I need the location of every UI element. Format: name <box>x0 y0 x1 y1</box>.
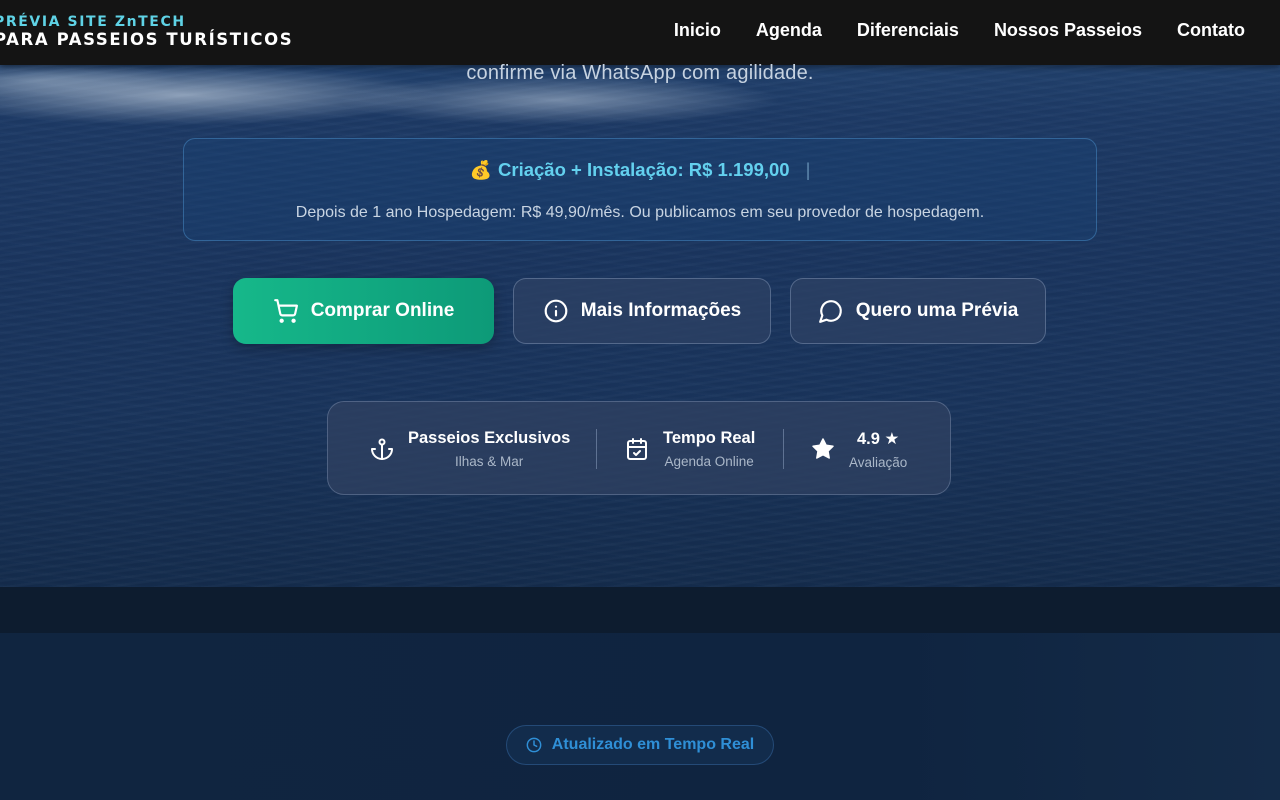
brand-line-2: PARA PASSEIOS TURÍSTICOS <box>0 30 294 49</box>
nav-link-contato[interactable]: Contato <box>1177 20 1245 41</box>
stat-title: 4.9 ★ <box>856 429 900 448</box>
more-info-button[interactable]: Mais Informações <box>513 278 771 344</box>
brand-logo[interactable]: PRÉVIA SITE ZnTECH PARA PASSEIOS TURÍSTI… <box>0 14 293 48</box>
nav-link-inicio[interactable]: Inicio <box>674 20 721 41</box>
stats-panel: Passeios Exclusivos Ilhas & Mar Tempo Re… <box>327 401 951 495</box>
request-preview-button[interactable]: Quero uma Prévia <box>790 278 1046 344</box>
stat-title: Tempo Real <box>663 429 756 447</box>
clock-icon <box>526 737 542 753</box>
cart-icon <box>273 299 298 323</box>
info-icon <box>544 299 568 323</box>
buy-online-label: Comprar Online <box>310 300 455 321</box>
stat-divider <box>783 429 784 469</box>
stat-subtitle: Agenda Online <box>664 454 754 469</box>
section-divider <box>0 587 1280 633</box>
request-preview-label: Quero uma Prévia <box>855 300 1019 321</box>
nav-link-diferenciais[interactable]: Diferenciais <box>857 20 959 41</box>
stat-subtitle: Avaliação <box>849 454 908 470</box>
pricing-title-row: 💰 Criação + Instalação: R$ 1.199,00 | <box>184 159 1096 181</box>
more-info-label: Mais Informações <box>580 300 742 321</box>
hero-subtitle: confirme via WhatsApp com agilidade. <box>466 62 814 84</box>
brand-line-1: PRÉVIA SITE ZnTECH <box>0 14 186 30</box>
nav-link-nossos-passeios[interactable]: Nossos Passeios <box>994 20 1142 41</box>
calendar-check-icon <box>627 438 647 460</box>
stat-title: Passeios Exclusivos <box>408 429 571 447</box>
pricing-box: 💰 Criação + Instalação: R$ 1.199,00 | Depo… <box>183 138 1097 241</box>
star-icon <box>812 438 834 459</box>
stat-exclusive-tours: Passeios Exclusivos Ilhas & Mar <box>370 402 570 496</box>
chat-icon <box>818 300 842 323</box>
pricing-title: Criação + Instalação: R$ 1.199,00 <box>498 159 790 180</box>
agenda-section <box>0 633 1280 800</box>
anchor-icon <box>371 438 393 460</box>
realtime-badge: Atualizado em Tempo Real <box>506 725 774 765</box>
pricing-separator: | <box>805 159 811 180</box>
realtime-badge-label: Atualizado em Tempo Real <box>551 736 755 753</box>
stat-rating: 4.9 ★ Avaliação <box>811 402 907 496</box>
stat-subtitle: Ilhas & Mar <box>455 454 524 469</box>
money-bag-icon: 💰 <box>469 160 493 180</box>
pricing-note: Depois de 1 ano Hospedagem: R$ 49,90/mês… <box>295 204 985 221</box>
nav-menu: Inicio Agenda Diferenciais Nossos Passei… <box>674 20 1245 41</box>
stat-real-time: Tempo Real Agenda Online <box>625 402 755 496</box>
navbar: PRÉVIA SITE ZnTECH PARA PASSEIOS TURÍSTI… <box>0 0 1280 65</box>
nav-link-agenda[interactable]: Agenda <box>756 20 822 41</box>
stat-divider <box>596 429 597 469</box>
buy-online-button[interactable]: Comprar Online <box>233 278 494 344</box>
